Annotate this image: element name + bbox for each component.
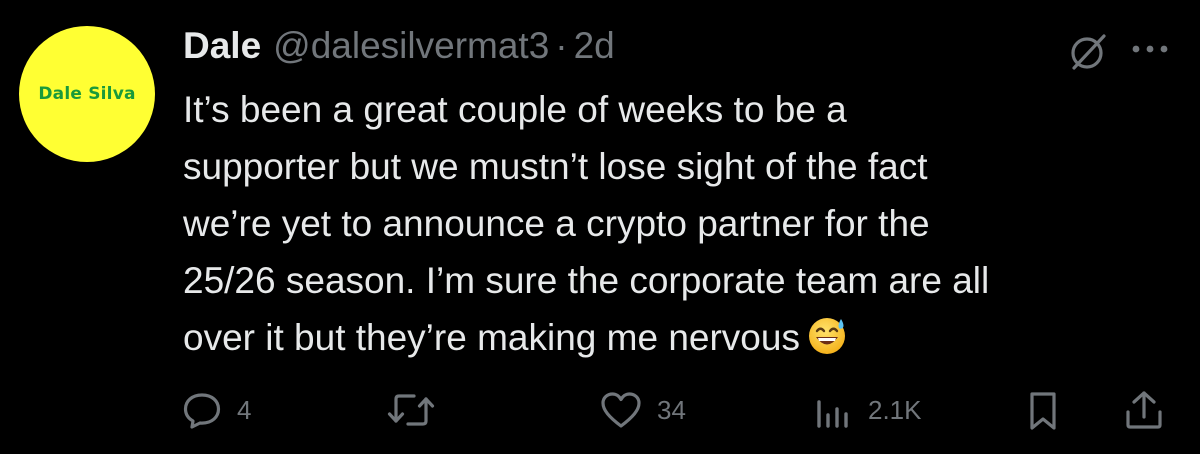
separator-dot: · xyxy=(555,25,568,66)
tweet-text: It’s been a great couple of weeks to be … xyxy=(183,81,1173,366)
tweet-card[interactable]: Dale Silva Dale @dalesilvermat3 · 2d It’… xyxy=(0,0,1200,454)
share-icon xyxy=(1126,391,1162,429)
like-button[interactable]: 34 xyxy=(599,387,686,433)
bookmark-icon xyxy=(1030,392,1056,430)
views-button[interactable]: 2.1K xyxy=(812,387,922,433)
more-icon[interactable] xyxy=(1128,36,1172,62)
author-name[interactable]: Dale xyxy=(183,25,261,67)
timestamp[interactable]: 2d xyxy=(574,25,615,67)
like-count: 34 xyxy=(657,394,686,425)
reply-button[interactable]: 4 xyxy=(181,387,251,433)
like-icon xyxy=(601,392,641,428)
avatar-text: Dale Silva xyxy=(38,84,136,104)
avatar[interactable]: Dale Silva xyxy=(19,26,155,162)
grok-icon[interactable] xyxy=(1066,30,1110,74)
author-handle[interactable]: @dalesilvermat3 xyxy=(273,25,549,67)
repost-button[interactable] xyxy=(386,387,450,433)
views-icon xyxy=(817,400,848,428)
reply-count: 4 xyxy=(237,394,252,425)
tweet-body: It’s been a great couple of weeks to be … xyxy=(183,89,990,358)
tweet-header: Dale @dalesilvermat3 · 2d xyxy=(183,18,615,74)
repost-icon xyxy=(387,394,435,426)
reply-icon xyxy=(183,393,221,429)
bookmark-button[interactable] xyxy=(1023,387,1063,433)
sweat-smile-emoji xyxy=(808,318,845,354)
action-bar: 4 34 2.1K xyxy=(0,387,1200,433)
views-count: 2.1K xyxy=(868,394,922,425)
share-button[interactable] xyxy=(1123,387,1165,433)
